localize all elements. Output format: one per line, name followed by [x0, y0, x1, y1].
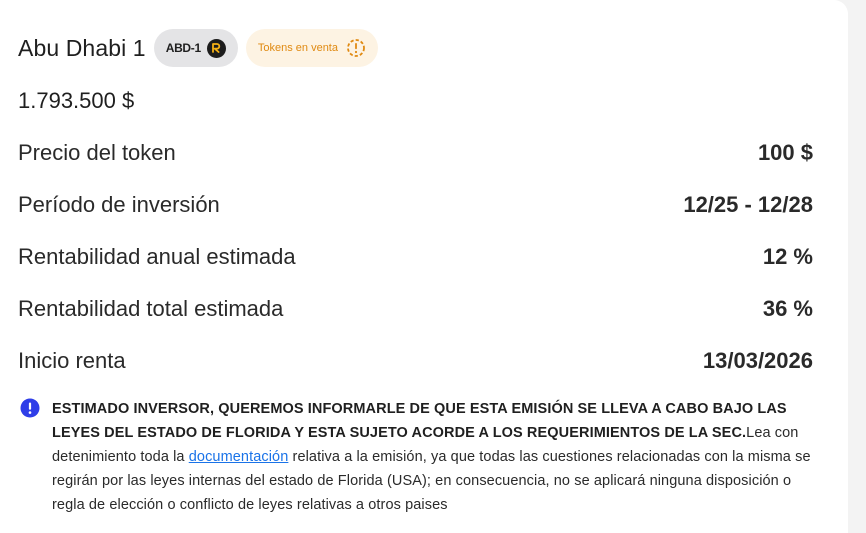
documentation-link[interactable]: documentación — [189, 449, 289, 465]
detail-label: Precio del token — [18, 140, 176, 165]
status-badge: Tokens en venta — [245, 29, 378, 67]
detail-label: Período de inversión — [18, 192, 220, 217]
brand-r-icon — [206, 38, 226, 58]
detail-row-investment-period: Período de inversión 12/25 - 12/28 — [18, 190, 813, 220]
card-header: Abu Dhabi 1 ABD-1 Tokens en venta — [18, 29, 378, 67]
detail-row-annual-return: Rentabilidad anual estimada 12 % — [18, 242, 813, 272]
total-amount: 1.793.500 $ — [18, 88, 135, 113]
investment-card: Abu Dhabi 1 ABD-1 Tokens en venta 1.793.… — [0, 0, 848, 533]
detail-label: Rentabilidad total estimada — [18, 296, 284, 321]
ticker-badge: ABD-1 — [153, 29, 238, 67]
detail-row-income-start: Inicio renta 13/03/2026 — [18, 346, 813, 376]
status-label: Tokens en venta — [257, 42, 338, 54]
detail-value: 13/03/2026 — [702, 348, 813, 373]
detail-label: Rentabilidad anual estimada — [18, 244, 296, 269]
detail-value: 12/25 - 12/28 — [683, 192, 813, 217]
detail-value: 36 % — [762, 296, 813, 321]
detail-row-total-return: Rentabilidad total estimada 36 % — [18, 294, 813, 324]
ticker-label: ABD-1 — [165, 41, 201, 55]
detail-row-token-price: Precio del token 100 $ — [18, 138, 813, 168]
notice-bold-text: ESTIMADO INVERSOR, QUEREMOS INFORMARLE D… — [52, 401, 787, 441]
alert-timer-icon — [346, 38, 366, 58]
legal-notice: ESTIMADO INVERSOR, QUEREMOS INFORMARLE D… — [20, 397, 820, 517]
detail-value: 12 % — [762, 244, 813, 269]
detail-label: Inicio renta — [18, 348, 126, 373]
project-title: Abu Dhabi 1 — [18, 34, 146, 61]
notice-text: ESTIMADO INVERSOR, QUEREMOS INFORMARLE D… — [52, 397, 820, 517]
info-icon — [20, 398, 40, 418]
detail-value: 100 $ — [757, 140, 813, 165]
